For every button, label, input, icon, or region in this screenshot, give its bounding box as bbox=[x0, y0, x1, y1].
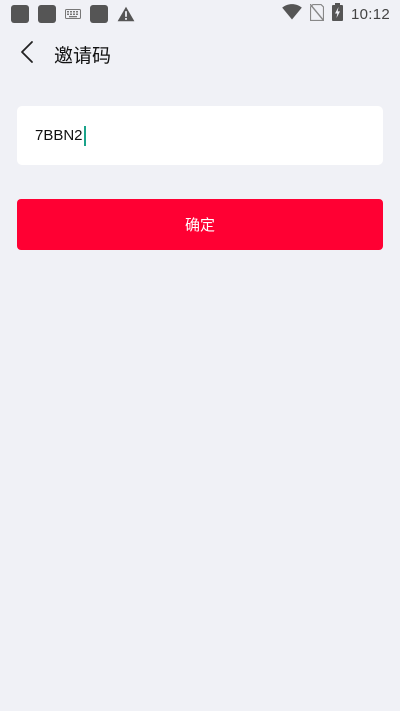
nav-bar: 邀请码 bbox=[0, 28, 400, 80]
battery-charging-icon bbox=[331, 3, 343, 25]
app-notification-icon bbox=[11, 5, 29, 23]
back-button[interactable] bbox=[0, 28, 54, 80]
app-notification-icon bbox=[38, 5, 56, 23]
page-title: 邀请码 bbox=[54, 44, 112, 67]
no-sim-icon bbox=[309, 3, 325, 25]
keyboard-icon bbox=[65, 9, 81, 19]
status-bar: 10:12 bbox=[0, 0, 400, 28]
back-arrow-icon bbox=[20, 40, 34, 68]
status-left bbox=[11, 5, 135, 23]
status-right: 10:12 bbox=[274, 3, 390, 25]
invite-code-value: 7BBN2 bbox=[35, 127, 83, 144]
text-cursor bbox=[83, 125, 86, 146]
app-notification-icon bbox=[90, 5, 108, 23]
invite-code-input-card[interactable]: 7BBN2 bbox=[17, 106, 383, 165]
invite-code-screen: 10:12 邀请码 7BBN2 确定 bbox=[0, 0, 400, 711]
warning-icon bbox=[117, 6, 135, 22]
confirm-button[interactable]: 确定 bbox=[17, 199, 383, 250]
wifi-icon bbox=[282, 4, 302, 24]
status-time: 10:12 bbox=[350, 5, 390, 23]
invite-code-input[interactable]: 7BBN2 bbox=[35, 106, 86, 165]
